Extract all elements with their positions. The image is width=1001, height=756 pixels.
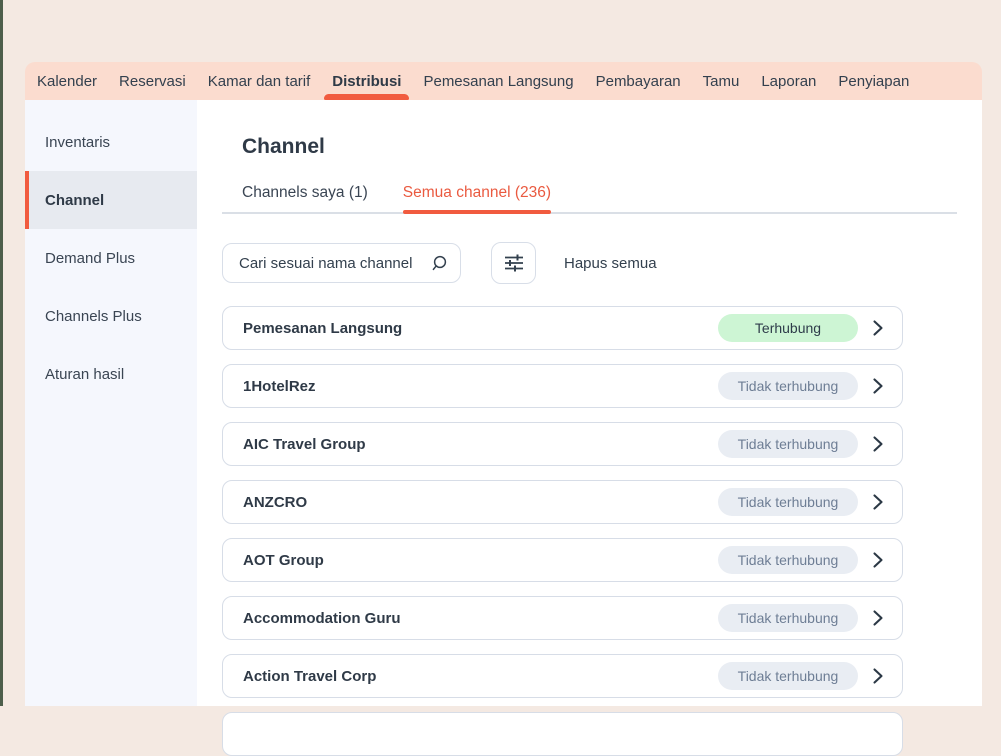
nav-item[interactable]: Kamar dan tarif [208, 62, 311, 100]
sidebar-item[interactable]: Channels Plus [25, 287, 197, 345]
nav-item[interactable]: Distribusi [332, 62, 401, 100]
channel-name: ANZCRO [243, 494, 307, 511]
channel-row[interactable]: ANZCRO Tidak terhubung [222, 480, 903, 524]
chevron-right-icon [870, 550, 886, 570]
nav-item[interactable]: Penyiapan [838, 62, 909, 100]
filter-button[interactable] [491, 242, 536, 284]
status-badge: Tidak terhubung [718, 430, 858, 458]
tab-bar: Channels saya (1) Semua channel (236) [222, 184, 957, 214]
channel-row[interactable]: Pemesanan Langsung Terhubung [222, 306, 903, 350]
status-badge: Tidak terhubung [718, 372, 858, 400]
chevron-right-icon [870, 318, 886, 338]
channel-name: Accommodation Guru [243, 610, 401, 627]
status-badge: Tidak terhubung [718, 662, 858, 690]
sliders-icon [502, 251, 526, 275]
nav-item[interactable]: Tamu [703, 62, 740, 100]
channel-row[interactable]: AOT Group Tidak terhubung [222, 538, 903, 582]
sidebar-item-label: Aturan hasil [45, 366, 124, 383]
nav-item[interactable]: Kalender [37, 62, 97, 100]
status-badge: Tidak terhubung [718, 604, 858, 632]
clear-all-button[interactable]: Hapus semua [564, 255, 657, 272]
status-badge: Tidak terhubung [718, 546, 858, 574]
channel-name: Pemesanan Langsung [243, 320, 402, 337]
status-badge: Terhubung [718, 314, 858, 342]
main-panel: Channel Channels saya (1) Semua channel … [197, 100, 982, 706]
search-box[interactable] [222, 243, 461, 283]
sidebar-item[interactable]: Inventaris [25, 113, 197, 171]
channel-name: AOT Group [243, 552, 324, 569]
sidebar-item[interactable]: Channel [25, 171, 197, 229]
nav-item-label: Laporan [761, 73, 816, 90]
sidebar-item-label: Demand Plus [45, 250, 135, 267]
nav-item-label: Kamar dan tarif [208, 73, 311, 90]
channel-row[interactable]: AIC Travel Group Tidak terhubung [222, 422, 903, 466]
toolbar: Hapus semua [222, 242, 957, 284]
channel-name: 1HotelRez [243, 378, 316, 395]
channel-list: Pemesanan Langsung Terhubung 1HotelRez T… [222, 306, 903, 756]
nav-item-label: Pembayaran [596, 73, 681, 90]
sidebar-item-label: Inventaris [45, 134, 110, 151]
tab[interactable]: Semua channel (236) [403, 184, 551, 212]
sidebar-item-label: Channels Plus [45, 308, 142, 325]
app-window: Kalender Reservasi Kamar dan tarif Distr… [25, 62, 982, 706]
channel-row[interactable]: 1HotelRez Tidak terhubung [222, 364, 903, 408]
nav-item[interactable]: Pemesanan Langsung [423, 62, 573, 100]
channel-name: AIC Travel Group [243, 436, 366, 453]
sidebar-item-label: Channel [45, 192, 104, 209]
nav-item[interactable]: Laporan [761, 62, 816, 100]
chevron-right-icon [870, 666, 886, 686]
window-edge-strip [0, 0, 3, 706]
sidebar-item[interactable]: Demand Plus [25, 229, 197, 287]
chevron-right-icon [870, 492, 886, 512]
tab[interactable]: Channels saya (1) [242, 184, 368, 212]
nav-item[interactable]: Reservasi [119, 62, 186, 100]
nav-item-label: Reservasi [119, 73, 186, 90]
nav-item-label: Pemesanan Langsung [423, 73, 573, 90]
nav-item-label: Penyiapan [838, 73, 909, 90]
chevron-right-icon [870, 608, 886, 628]
channel-row-partial[interactable] [222, 712, 903, 756]
page-title: Channel [242, 135, 957, 159]
tab-label: Semua channel (236) [403, 184, 551, 201]
sidebar-item[interactable]: Aturan hasil [25, 345, 197, 403]
channel-name: Action Travel Corp [243, 668, 376, 685]
nav-item-label: Kalender [37, 73, 97, 90]
channel-row[interactable]: Action Travel Corp Tidak terhubung [222, 654, 903, 698]
channel-row[interactable]: Accommodation Guru Tidak terhubung [222, 596, 903, 640]
tab-label: Channels saya (1) [242, 184, 368, 201]
nav-item-label: Tamu [703, 73, 740, 90]
sidebar: Inventaris Channel Demand Plus Channels … [25, 100, 197, 706]
nav-item-label: Distribusi [332, 73, 401, 90]
chevron-right-icon [870, 376, 886, 396]
nav-item[interactable]: Pembayaran [596, 62, 681, 100]
status-badge: Tidak terhubung [718, 488, 858, 516]
search-input[interactable] [237, 254, 430, 273]
top-navigation: Kalender Reservasi Kamar dan tarif Distr… [25, 62, 982, 100]
chevron-right-icon [870, 434, 886, 454]
search-icon [430, 254, 448, 272]
